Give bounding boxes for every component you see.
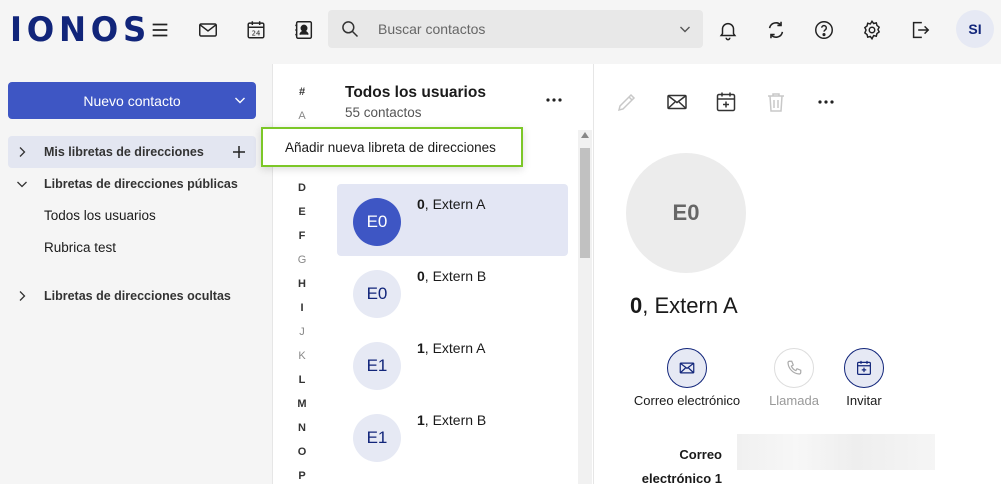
alpha-letter[interactable]: H — [273, 278, 331, 290]
new-contact-label: Nuevo contacto — [83, 92, 181, 109]
contact-avatar: E0 — [353, 270, 401, 318]
phone-icon — [787, 360, 802, 375]
email-field-label: Correo electrónico 1 — [641, 447, 722, 484]
sidebar-item-label: Todos los usuarios — [44, 207, 156, 223]
chevron-down-icon[interactable] — [234, 94, 246, 106]
trash-icon[interactable] — [764, 90, 788, 114]
menu-icon[interactable] — [146, 16, 174, 44]
more-options-icon[interactable] — [544, 96, 564, 104]
contact-avatar-large: E0 — [626, 153, 746, 273]
contacts-icon[interactable] — [290, 16, 318, 44]
search-input[interactable] — [378, 19, 658, 39]
edit-icon[interactable] — [615, 90, 639, 114]
scrollbar-thumb[interactable] — [580, 148, 590, 258]
add-address-book-menu-item[interactable]: Añadir nueva libreta de direcciones — [261, 127, 523, 167]
plus-icon[interactable] — [230, 143, 248, 161]
mail-icon[interactable] — [665, 90, 689, 114]
contact-avatar: E1 — [353, 342, 401, 390]
invite-action-label: Invitar — [846, 393, 882, 408]
alpha-letter[interactable]: M — [273, 398, 331, 410]
chevron-down-icon[interactable] — [679, 23, 691, 35]
email-field-value[interactable] — [737, 434, 935, 470]
alpha-letter[interactable]: # — [273, 86, 331, 98]
contact-display-name: 0, Extern A — [630, 293, 738, 318]
logout-icon[interactable] — [906, 16, 934, 44]
contact-row[interactable]: E0 0, Extern A — [337, 184, 568, 256]
sidebar-item-label: Rubrica test — [44, 239, 117, 255]
chevron-right-icon[interactable] — [16, 290, 28, 302]
alpha-letter[interactable]: P — [273, 470, 331, 482]
alpha-letter[interactable]: D — [273, 182, 331, 194]
contact-avatar: E1 — [353, 414, 401, 462]
sidebar-item-label: Mis libretas de direcciones — [44, 145, 204, 159]
contact-name: 0, Extern A — [417, 196, 486, 212]
menu-item-label: Añadir nueva libreta de direcciones — [285, 139, 496, 155]
sidebar-item-label: Libretas de direcciones ocultas — [44, 289, 231, 303]
calendar-add-icon — [857, 360, 871, 375]
sidebar-item-public-books[interactable]: Libretas de direcciones públicas — [8, 168, 256, 200]
contact-count: 55 contactos — [345, 105, 422, 120]
scroll-up-icon[interactable] — [581, 132, 589, 138]
alpha-letter[interactable]: F — [273, 230, 331, 242]
alpha-letter[interactable]: I — [273, 302, 331, 314]
search-bar[interactable] — [328, 10, 703, 48]
top-bar: IONOS 24 SI — [0, 0, 1001, 64]
invite-action-button[interactable] — [844, 348, 884, 388]
sidebar-item-my-books[interactable]: Mis libretas de direcciones — [8, 136, 256, 168]
chevron-down-icon[interactable] — [16, 178, 28, 190]
new-contact-button[interactable]: Nuevo contacto — [8, 82, 256, 119]
user-avatar[interactable]: SI — [956, 10, 994, 48]
gear-icon[interactable] — [858, 16, 886, 44]
sidebar-item-label: Libretas de direcciones públicas — [44, 177, 238, 191]
calendar-icon[interactable]: 24 — [242, 16, 270, 44]
email-action-button[interactable] — [667, 348, 707, 388]
sidebar-item-hidden-books[interactable]: Libretas de direcciones ocultas — [8, 280, 256, 312]
alpha-letter[interactable]: L — [273, 374, 331, 386]
contact-row[interactable]: E0 0, Extern B — [337, 256, 568, 328]
email-action-label: Correo electrónico — [633, 393, 741, 408]
search-icon — [342, 21, 359, 38]
sidebar-item-all-users[interactable]: Todos los usuarios — [8, 199, 256, 231]
help-icon[interactable] — [810, 16, 838, 44]
alpha-letter[interactable]: K — [273, 350, 331, 362]
contact-detail: E0 0, Extern A Correo electrónico Llamad… — [594, 64, 1001, 484]
alpha-letter[interactable]: J — [273, 326, 331, 338]
list-title: Todos los usuarios — [345, 84, 486, 101]
mail-icon — [679, 362, 695, 374]
call-action-button[interactable] — [774, 348, 814, 388]
contact-row[interactable]: E1 1, Extern A — [337, 328, 568, 400]
ionos-logo[interactable]: IONOS — [10, 12, 151, 48]
bell-icon[interactable] — [714, 16, 742, 44]
contact-name: 0, Extern B — [417, 268, 487, 284]
refresh-icon[interactable] — [762, 16, 790, 44]
alpha-letter[interactable]: N — [273, 422, 331, 434]
alpha-letter[interactable]: A — [273, 110, 331, 122]
contact-name: 1, Extern A — [417, 340, 486, 356]
calendar-add-icon[interactable] — [714, 90, 738, 114]
mail-icon[interactable] — [194, 16, 222, 44]
alpha-letter[interactable]: O — [273, 446, 331, 458]
call-action-label: Llamada — [769, 393, 819, 408]
contact-avatar: E0 — [353, 198, 401, 246]
more-options-icon[interactable] — [814, 90, 838, 114]
sidebar-item-rubrica-test[interactable]: Rubrica test — [8, 231, 256, 263]
alpha-letter[interactable]: G — [273, 254, 331, 266]
chevron-right-icon[interactable] — [16, 146, 28, 158]
alpha-letter[interactable]: E — [273, 206, 331, 218]
sidebar: Nuevo contacto Mis libretas de direccion… — [0, 64, 272, 484]
calendar-day: 24 — [252, 30, 261, 38]
contact-row[interactable]: E1 1, Extern B — [337, 400, 568, 472]
contact-name: 1, Extern B — [417, 412, 487, 428]
